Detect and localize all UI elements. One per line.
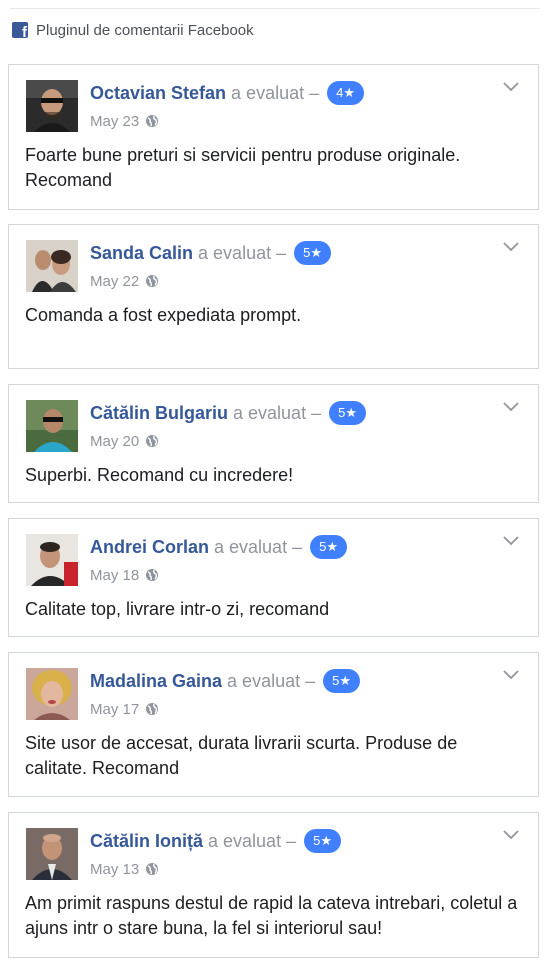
avatar[interactable]	[26, 400, 78, 452]
rating-badge[interactable]: 5★	[294, 241, 331, 265]
review-text: Comanda a fost expediata prompt.	[25, 305, 302, 325]
review-header: Andrei Corlan a evaluat – 5★	[90, 534, 347, 560]
review-date[interactable]: May 18	[90, 567, 139, 584]
review-text: Site usor de accesat, durata livrarii sc…	[25, 733, 458, 778]
reviewer-name[interactable]: Cătălin Ioniță	[90, 831, 203, 852]
avatar[interactable]	[26, 240, 78, 292]
avatar[interactable]	[26, 534, 78, 586]
review-meta: May 20	[90, 431, 159, 451]
review-verb: a evaluat –	[208, 830, 297, 851]
avatar[interactable]	[26, 80, 78, 132]
review-text: Am primit raspuns destul de rapid la cat…	[25, 893, 518, 938]
facebook-icon: f	[12, 22, 28, 38]
chevron-down-icon[interactable]	[502, 669, 520, 681]
review-header: Octavian Stefan a evaluat – 4★	[90, 80, 365, 106]
review-text: Superbi. Recomand cu incredere!	[25, 465, 294, 485]
review-card: Octavian Stefan a evaluat – 4★ May 23 Fo…	[8, 64, 539, 210]
review-verb: a evaluat –	[227, 670, 316, 691]
chevron-down-icon[interactable]	[502, 829, 520, 841]
chevron-down-icon[interactable]	[502, 535, 520, 547]
reviewer-name[interactable]: Cătălin Bulgariu	[90, 403, 228, 424]
reviewer-name[interactable]: Madalina Gaina	[90, 671, 222, 692]
globe-icon	[146, 569, 159, 581]
top-divider	[10, 8, 540, 9]
globe-icon	[146, 703, 159, 715]
review-header: Madalina Gaina a evaluat – 5★	[90, 668, 361, 694]
globe-icon	[146, 275, 159, 287]
avatar[interactable]	[26, 828, 78, 880]
review-header: Cătălin Bulgariu a evaluat – 5★	[90, 400, 366, 426]
review-verb: a evaluat –	[233, 402, 322, 423]
review-date[interactable]: May 22	[90, 273, 139, 290]
review-date[interactable]: May 20	[90, 433, 139, 450]
review-verb: a evaluat –	[231, 82, 320, 103]
review-card: Cătălin Bulgariu a evaluat – 5★ May 20 S…	[8, 384, 539, 503]
review-card: Cătălin Ioniță a evaluat – 5★ May 13 Am …	[8, 812, 539, 958]
review-header: Cătălin Ioniță a evaluat – 5★	[90, 828, 341, 854]
rating-badge[interactable]: 5★	[310, 535, 347, 559]
plugin-title: Pluginul de comentarii Facebook	[36, 21, 254, 39]
review-text: Calitate top, livrare intr-o zi, recoman…	[25, 599, 330, 619]
reviewer-name[interactable]: Octavian Stefan	[90, 83, 226, 104]
avatar[interactable]	[26, 668, 78, 720]
review-text: Foarte bune preturi si servicii pentru p…	[25, 145, 461, 190]
reviewer-name[interactable]: Sanda Calin	[90, 243, 193, 264]
plugin-header[interactable]: f Pluginul de comentarii Facebook	[12, 20, 254, 40]
chevron-down-icon[interactable]	[502, 81, 520, 93]
review-meta: May 18	[90, 565, 159, 585]
review-date[interactable]: May 23	[90, 113, 139, 130]
review-date[interactable]: May 17	[90, 701, 139, 718]
review-meta: May 13	[90, 859, 159, 879]
rating-badge[interactable]: 5★	[323, 669, 361, 693]
review-verb: a evaluat –	[198, 242, 287, 263]
review-card: Madalina Gaina a evaluat – 5★ May 17 Sit…	[8, 652, 539, 797]
rating-badge[interactable]: 5★	[304, 829, 341, 853]
review-verb: a evaluat –	[214, 536, 303, 557]
globe-icon	[146, 115, 159, 127]
globe-icon	[146, 435, 159, 447]
rating-badge[interactable]: 5★	[329, 401, 366, 425]
reviewer-name[interactable]: Andrei Corlan	[90, 537, 209, 558]
review-header: Sanda Calin a evaluat – 5★	[90, 240, 331, 266]
chevron-down-icon[interactable]	[502, 241, 520, 253]
globe-icon	[146, 863, 159, 875]
review-date[interactable]: May 13	[90, 861, 139, 878]
review-meta: May 22	[90, 271, 159, 291]
chevron-down-icon[interactable]	[502, 401, 520, 413]
review-meta: May 23	[90, 111, 159, 131]
rating-badge[interactable]: 4★	[327, 81, 365, 105]
review-card: Sanda Calin a evaluat – 5★ May 22 Comand…	[8, 224, 539, 369]
review-meta: May 17	[90, 699, 159, 719]
review-card: Andrei Corlan a evaluat – 5★ May 18 Cali…	[8, 518, 539, 637]
